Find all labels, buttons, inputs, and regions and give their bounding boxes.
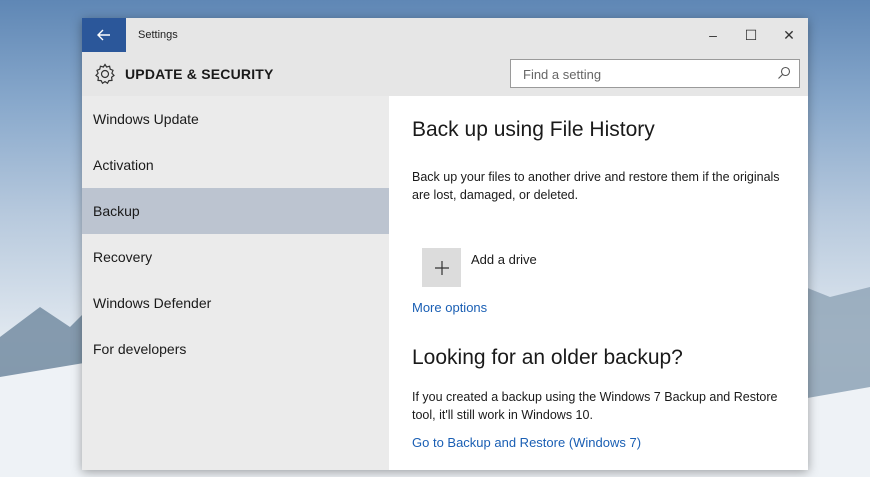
settings-header: UPDATE & SECURITY (82, 52, 808, 96)
back-button[interactable] (82, 18, 126, 52)
page-title: UPDATE & SECURITY (125, 66, 274, 82)
title-bar: Settings – ☐ ✕ (82, 18, 808, 52)
main-content: Back up using File History Back up your … (412, 96, 788, 470)
sidebar-item-label: Backup (93, 203, 140, 219)
sidebar: Windows Update Activation Backup Recover… (82, 96, 389, 470)
sidebar-item-windows-update[interactable]: Windows Update (82, 96, 389, 142)
more-options-link[interactable]: More options (412, 300, 487, 315)
sidebar-item-backup[interactable]: Backup (82, 188, 389, 234)
search-box[interactable] (510, 59, 800, 88)
backup-description: Back up your files to another drive and … (412, 170, 780, 202)
sidebar-item-windows-defender[interactable]: Windows Defender (82, 280, 389, 326)
sidebar-item-label: Windows Update (93, 111, 199, 127)
maximize-button[interactable]: ☐ (732, 18, 770, 52)
window-title: Settings (138, 29, 178, 41)
sidebar-item-for-developers[interactable]: For developers (82, 326, 389, 372)
settings-window: Settings – ☐ ✕ UPDATE & SECURITY Windows… (82, 18, 808, 470)
sidebar-item-label: Windows Defender (93, 295, 212, 311)
close-button[interactable]: ✕ (770, 18, 808, 52)
search-icon[interactable] (777, 66, 791, 80)
add-drive-button[interactable] (422, 248, 461, 287)
restore-link[interactable]: Go to Backup and Restore (Windows 7) (412, 435, 641, 450)
plus-icon (434, 260, 449, 275)
window-controls: – ☐ ✕ (694, 18, 808, 52)
older-backup-heading: Looking for an older backup? (412, 346, 683, 369)
sidebar-item-activation[interactable]: Activation (82, 142, 389, 188)
backup-heading: Back up using File History (412, 118, 655, 141)
sidebar-item-label: Recovery (93, 249, 153, 265)
back-arrow-icon (97, 29, 110, 41)
sidebar-item-recovery[interactable]: Recovery (82, 234, 389, 280)
sidebar-item-label: For developers (93, 341, 187, 357)
minimize-button[interactable]: – (694, 18, 732, 52)
sidebar-item-label: Activation (93, 157, 154, 173)
gear-icon (95, 63, 115, 85)
search-input[interactable] (511, 60, 765, 88)
add-drive-label[interactable]: Add a drive (471, 252, 537, 267)
older-backup-description: If you created a backup using the Window… (412, 390, 778, 422)
